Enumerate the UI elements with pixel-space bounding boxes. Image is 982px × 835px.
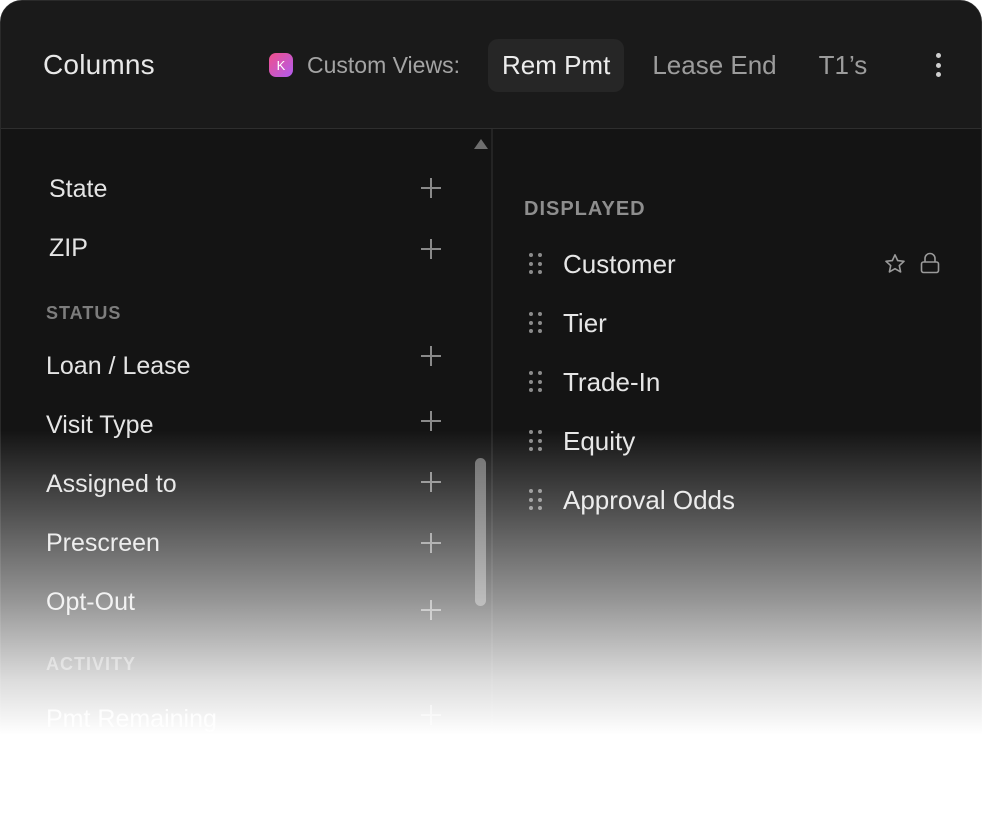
available-column-visit-type[interactable]: Visit Type bbox=[1, 405, 461, 445]
displayed-column-tier[interactable]: Tier bbox=[529, 303, 949, 343]
drag-handle-icon[interactable] bbox=[529, 430, 543, 452]
column-label: ZIP bbox=[49, 234, 88, 262]
column-label: Trade-In bbox=[563, 367, 661, 397]
custom-views-bar: K Custom Views: Rem Pmt Lease End T1’s bbox=[269, 38, 895, 92]
plus-icon[interactable] bbox=[421, 239, 441, 259]
column-label: Prescreen bbox=[46, 529, 160, 557]
plus-icon[interactable] bbox=[421, 411, 441, 431]
displayed-column-customer[interactable]: Customer bbox=[529, 244, 949, 284]
displayed-column-trade-in[interactable]: Trade-In bbox=[529, 362, 949, 402]
view-tab-t1s[interactable]: T1’s bbox=[805, 39, 882, 92]
plus-icon[interactable] bbox=[421, 346, 441, 366]
ellipsis-dot bbox=[935, 72, 941, 77]
column-label: Customer bbox=[563, 249, 676, 279]
column-label: Approval Odds bbox=[563, 485, 735, 515]
plus-icon[interactable] bbox=[421, 533, 441, 553]
column-label: Opt-Out bbox=[46, 588, 135, 616]
available-column-loan-lease[interactable]: Loan / Lease bbox=[1, 346, 461, 386]
column-label: Tier bbox=[563, 308, 607, 338]
scroll-up-arrow-icon[interactable] bbox=[474, 139, 488, 149]
column-label: State bbox=[49, 175, 108, 203]
view-tab-rem-pmt[interactable]: Rem Pmt bbox=[487, 38, 625, 92]
custom-views-label: Custom Views: bbox=[307, 51, 460, 78]
section-heading-status: STATUS bbox=[46, 303, 122, 323]
column-label: Visit Type bbox=[46, 411, 154, 439]
column-label: Assigned to bbox=[46, 470, 177, 498]
view-tab-lease-end[interactable]: Lease End bbox=[638, 39, 790, 92]
ellipsis-dot bbox=[935, 53, 941, 58]
plus-icon[interactable] bbox=[421, 600, 441, 620]
column-label: Equity bbox=[563, 426, 636, 456]
available-column-assigned-to[interactable]: Assigned to bbox=[1, 464, 461, 504]
scrollbar-thumb[interactable] bbox=[475, 458, 486, 606]
available-column-state[interactable]: State bbox=[1, 169, 461, 209]
drag-handle-icon[interactable] bbox=[529, 253, 543, 275]
available-column-zip[interactable]: ZIP bbox=[1, 228, 461, 268]
panel-title: Columns bbox=[43, 49, 155, 80]
user-avatar[interactable]: K bbox=[269, 53, 293, 77]
drag-handle-icon[interactable] bbox=[529, 371, 543, 393]
section-heading-activity: ACTIVITY bbox=[46, 654, 137, 674]
displayed-column-approval-odds[interactable]: Approval Odds bbox=[529, 480, 949, 520]
column-label: Loan / Lease bbox=[46, 352, 191, 380]
star-icon[interactable] bbox=[883, 252, 907, 276]
columns-panel: Columns K Custom Views: Rem Pmt Lease En… bbox=[0, 0, 982, 835]
vertical-ellipsis-icon[interactable] bbox=[927, 51, 949, 79]
displayed-heading: DISPLAYED bbox=[524, 198, 646, 220]
drag-handle-icon[interactable] bbox=[529, 489, 543, 511]
plus-icon[interactable] bbox=[421, 705, 441, 725]
ellipsis-dot bbox=[935, 62, 941, 68]
panel-header: Columns K Custom Views: Rem Pmt Lease En… bbox=[1, 1, 981, 129]
drag-handle-icon[interactable] bbox=[529, 312, 543, 334]
available-column-prescreen[interactable]: Prescreen bbox=[1, 523, 461, 563]
plus-icon[interactable] bbox=[421, 178, 441, 198]
lock-icon[interactable] bbox=[919, 251, 941, 275]
plus-icon[interactable] bbox=[421, 472, 441, 492]
available-column-opt-out[interactable]: Opt-Out bbox=[1, 582, 461, 622]
available-column-pmt-remaining[interactable]: Pmt Remaining bbox=[1, 699, 461, 739]
column-label: Pmt Remaining bbox=[46, 705, 217, 733]
displayed-column-equity[interactable]: Equity bbox=[529, 421, 949, 461]
